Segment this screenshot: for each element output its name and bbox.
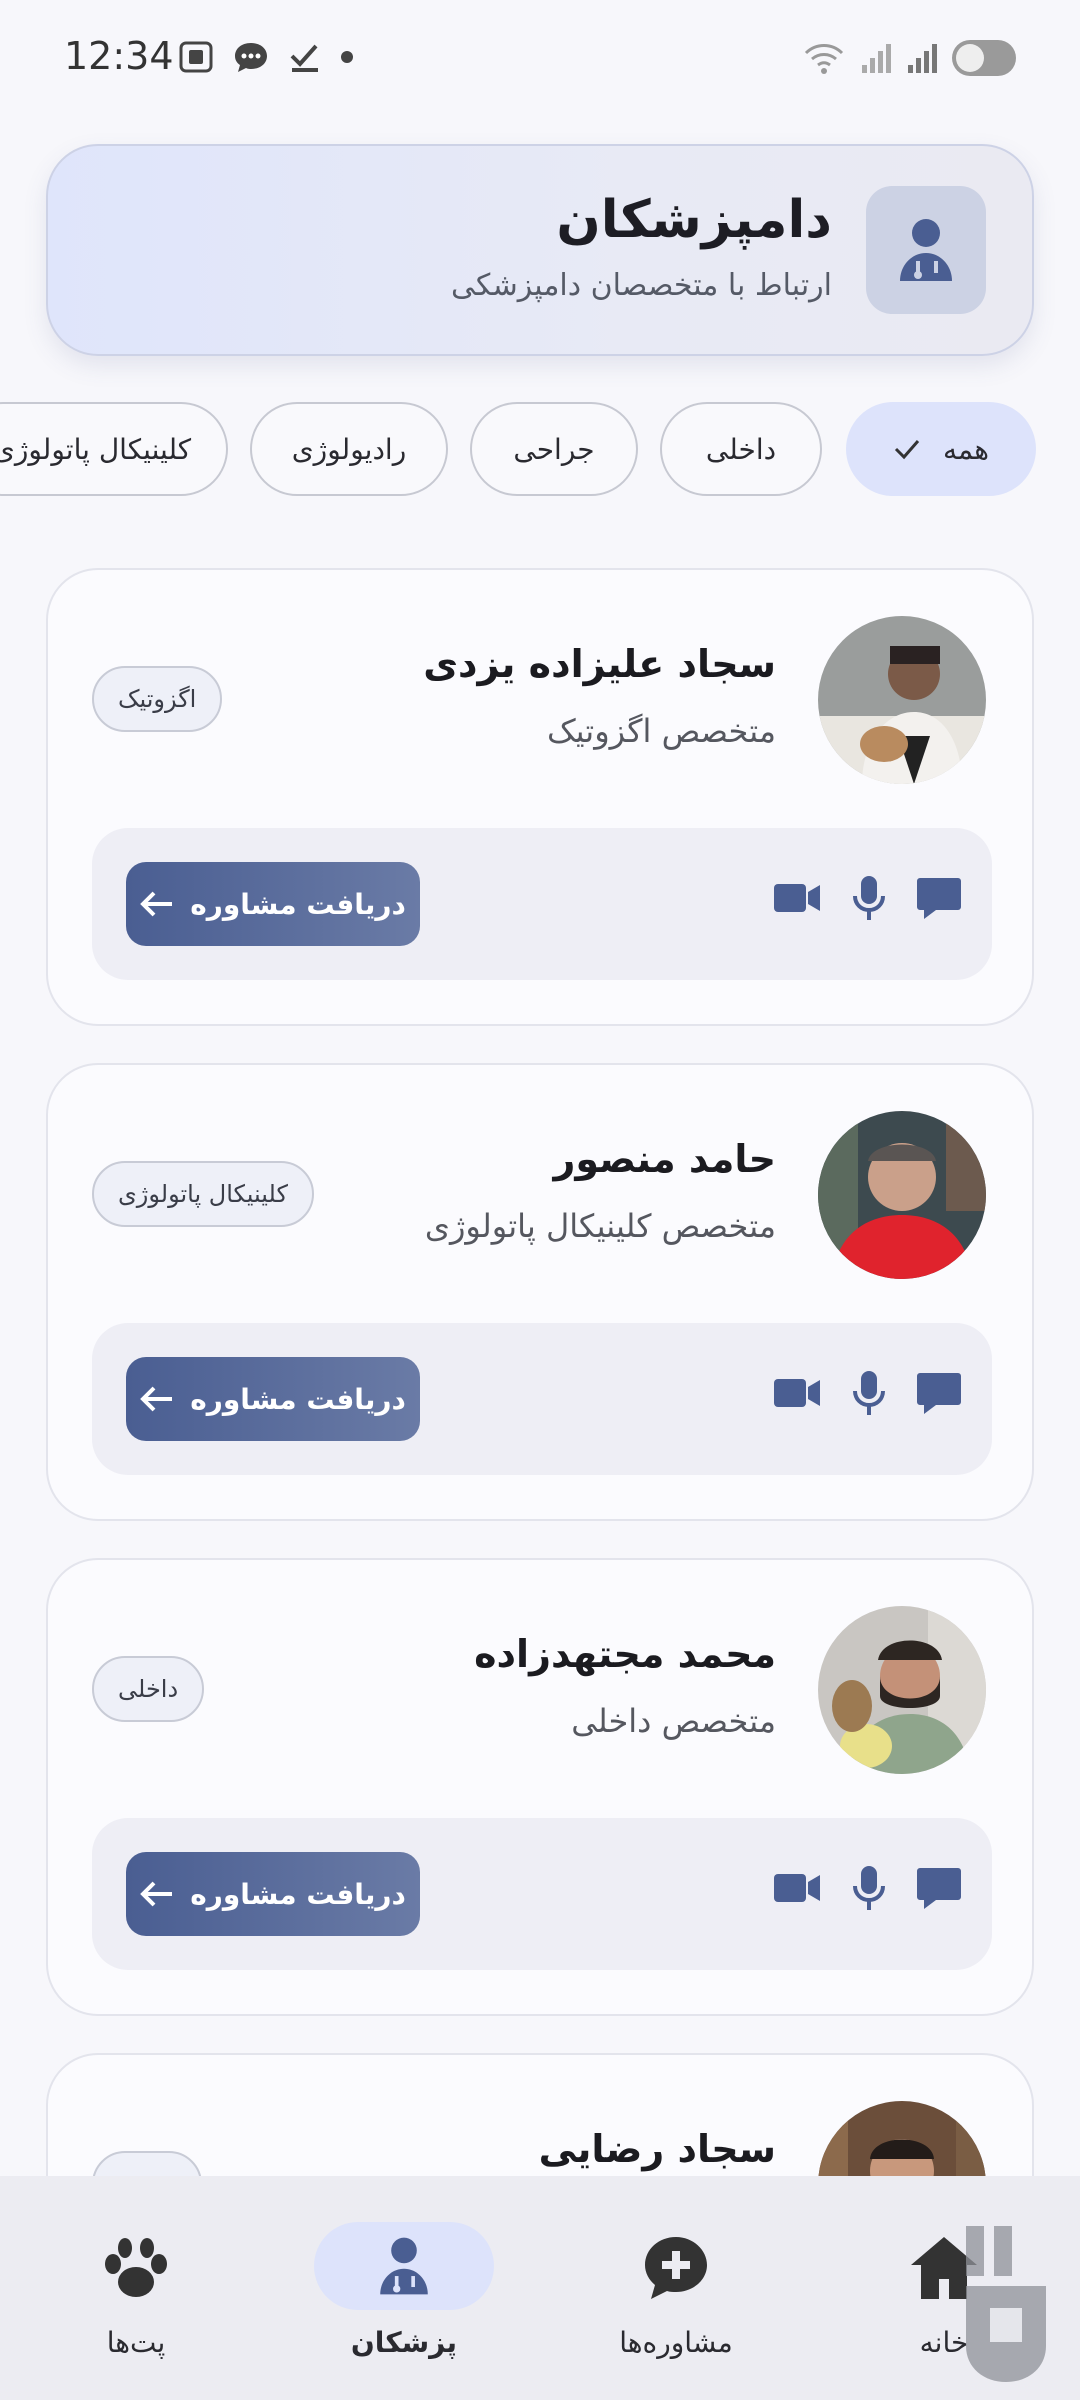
message-icon (235, 43, 267, 72)
arrow-left-icon (140, 891, 173, 917)
nav-item-consultations[interactable]: مشاوره‌ها (576, 2228, 776, 2359)
chip-label: داخلی (705, 432, 777, 466)
doctor-card[interactable]: حامد منصور متخصص کلینیکال پاتولوژی کلینی… (46, 1063, 1034, 1521)
paw-icon (36, 2228, 236, 2308)
doctor-card[interactable]: سجاد علیزاده یزدی متخصص اگزوتیک اگزوتیک … (46, 568, 1034, 1026)
chip-surgery[interactable]: جراحی (470, 402, 638, 496)
doctor-avatar (818, 616, 986, 784)
button-label: دریافت مشاوره (190, 887, 406, 921)
arrow-left-icon (140, 1386, 173, 1412)
dot-icon (341, 51, 353, 63)
signal-icon (862, 44, 891, 73)
arrow-left-icon (140, 1881, 173, 1907)
action-bar: دریافت مشاوره (92, 1818, 992, 1970)
doctor-name: محمد مجتهدزاده (474, 1632, 776, 1676)
doctor-avatar (818, 1111, 986, 1279)
doctor-specialty: متخصص اگزوتیک (546, 712, 776, 750)
page-subtitle: ارتباط با متخصصان دامپزشکی (451, 268, 832, 303)
chat-icon[interactable] (916, 876, 962, 920)
check-icon (894, 440, 920, 460)
battery-toggle (952, 40, 1016, 76)
chat-plus-icon (576, 2228, 776, 2308)
notification-icons (178, 40, 354, 74)
chip-internal[interactable]: داخلی (660, 402, 822, 496)
store-watermark-icon (966, 2226, 1046, 2382)
get-consultation-button[interactable]: دریافت مشاوره (126, 1852, 420, 1936)
communication-icons (772, 874, 962, 922)
doctor-name: حامد منصور (553, 1137, 776, 1181)
specialty-badge: کلینیکال پاتولوژی (92, 1161, 314, 1227)
nav-item-pets[interactable]: پت‌ها (36, 2228, 236, 2359)
status-time: 12:34 (64, 34, 174, 78)
doctor-icon (314, 2222, 494, 2310)
specialty-badge: اگزوتیک (92, 666, 223, 732)
get-consultation-button[interactable]: دریافت مشاوره (126, 862, 420, 946)
nav-label: پزشکان (350, 2326, 458, 2359)
nav-item-doctors[interactable]: پزشکان (304, 2222, 504, 2359)
specialty-badge: داخلی (92, 1656, 205, 1722)
nav-label: مشاوره‌ها (619, 2326, 733, 2359)
system-icons (802, 40, 1016, 76)
bottom-navigation: پت‌ها پزشکان مشاوره‌ها خانه (0, 2176, 1080, 2400)
filter-chips: همه داخلی جراحی رادیولوژی کلینیکال پاتول… (0, 402, 1080, 498)
signal-icon (908, 44, 937, 73)
doctor-specialty: متخصص کلینیکال پاتولوژی (424, 1207, 776, 1245)
doctor-name: سجاد رضایی (538, 2127, 776, 2171)
video-call-icon[interactable] (772, 880, 822, 916)
communication-icons (772, 1864, 962, 1912)
get-consultation-button[interactable]: دریافت مشاوره (126, 1357, 420, 1441)
nav-label: پت‌ها (106, 2326, 166, 2359)
video-call-icon[interactable] (772, 1375, 822, 1411)
status-bar: 12:34 (0, 0, 1080, 120)
action-bar: دریافت مشاوره (92, 828, 992, 980)
chip-radiology[interactable]: رادیولوژی (250, 402, 448, 496)
chip-label: کلینیکال پاتولوژی (0, 432, 192, 466)
chip-clinical-pathology[interactable]: کلینیکال پاتولوژی (0, 402, 228, 496)
chat-icon[interactable] (916, 1866, 962, 1910)
microphone-icon[interactable] (852, 1864, 886, 1912)
chip-label: همه (943, 432, 989, 466)
button-label: دریافت مشاوره (190, 1382, 406, 1416)
header-card: دامپزشکان ارتباط با متخصصان دامپزشکی (46, 144, 1034, 356)
action-bar: دریافت مشاوره (92, 1323, 992, 1475)
doctor-name: سجاد علیزاده یزدی (423, 642, 776, 686)
screenshot-icon (179, 41, 213, 73)
doctor-avatar (818, 1606, 986, 1774)
microphone-icon[interactable] (852, 1369, 886, 1417)
communication-icons (772, 1369, 962, 1417)
check-icon (290, 44, 318, 72)
chip-label: رادیولوژی (291, 432, 407, 466)
microphone-icon[interactable] (852, 874, 886, 922)
doctor-icon (866, 186, 986, 314)
doctor-specialty: متخصص داخلی (571, 1702, 776, 1740)
page-title: دامپزشکان (556, 190, 832, 250)
button-label: دریافت مشاوره (190, 1877, 406, 1911)
chip-label: جراحی (513, 432, 595, 466)
video-call-icon[interactable] (772, 1870, 822, 1906)
chat-icon[interactable] (916, 1371, 962, 1415)
wifi-icon (804, 44, 844, 74)
doctor-card[interactable]: محمد مجتهدزاده متخصص داخلی داخلی دریافت … (46, 1558, 1034, 2016)
chip-all[interactable]: همه (846, 402, 1036, 496)
